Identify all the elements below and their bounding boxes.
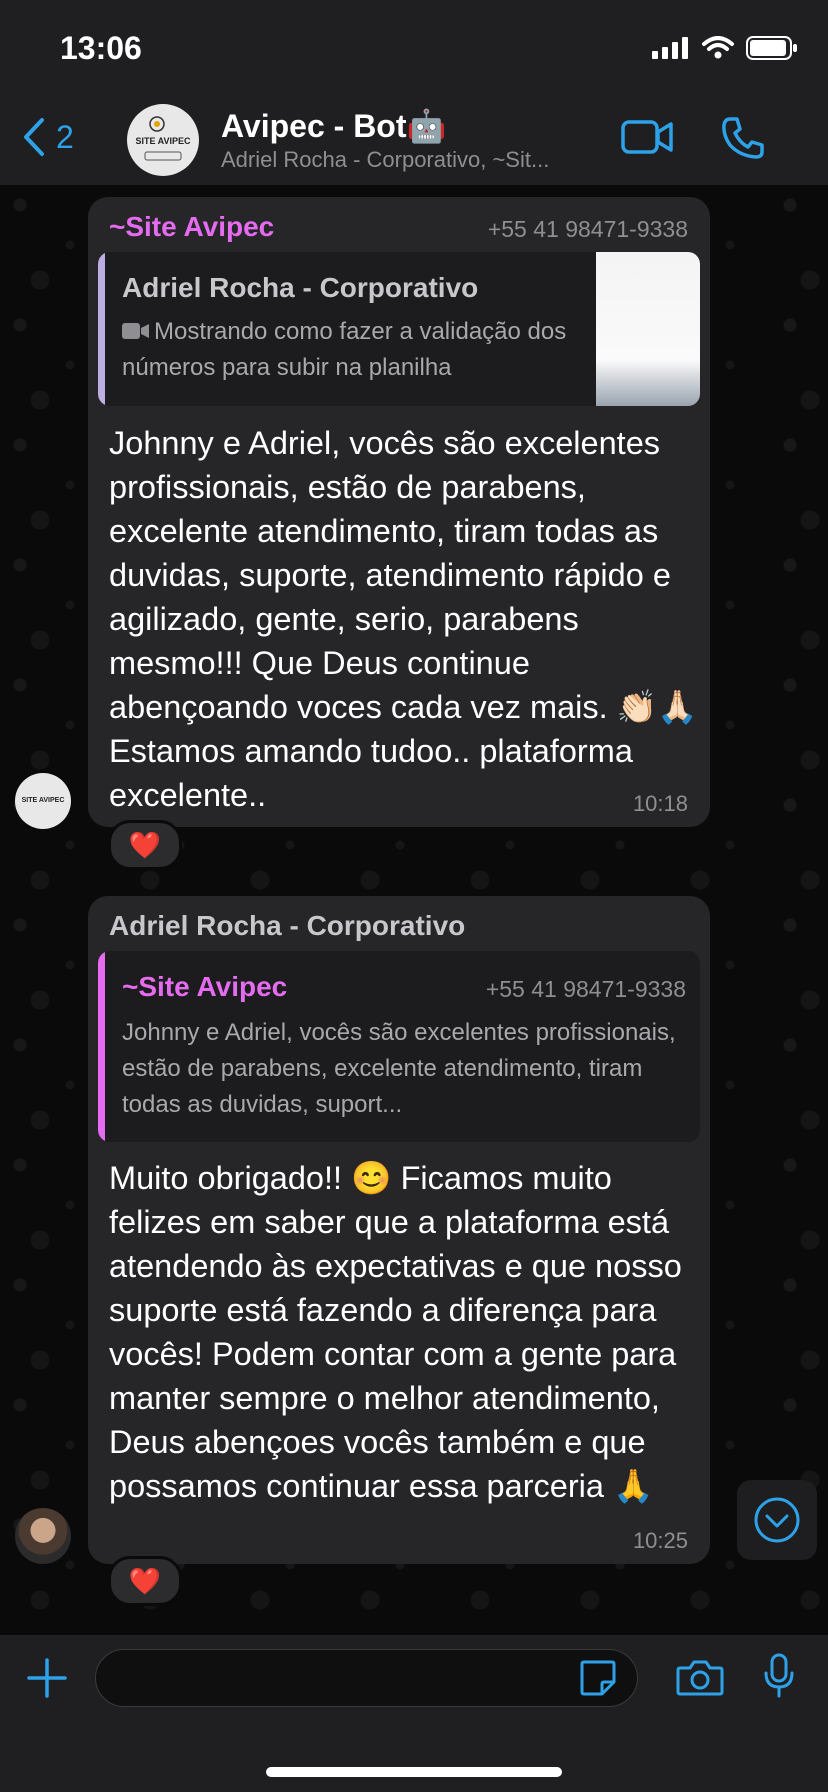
status-bar: 13:06 <box>0 0 828 95</box>
home-indicator <box>266 1767 562 1777</box>
phone-call-icon[interactable] <box>720 115 766 161</box>
quote-thumbnail[interactable] <box>596 252 700 406</box>
composer-bar <box>0 1635 828 1792</box>
sender-avatar[interactable]: SITE AVIPEC <box>15 773 71 829</box>
camera-icon[interactable] <box>676 1658 724 1698</box>
avatar-label: SITE AVIPEC <box>135 136 191 146</box>
reaction-badge[interactable]: ❤️ <box>108 1556 182 1606</box>
sticker-icon[interactable] <box>578 1658 618 1698</box>
group-avatar[interactable]: SITE AVIPEC <box>127 104 199 176</box>
sender-avatar-label: SITE AVIPEC <box>21 797 65 804</box>
signal-icon <box>652 37 688 59</box>
message-text: Muito obrigado!! 😊 Ficamos muito felizes… <box>109 1160 682 1504</box>
microphone-icon[interactable] <box>762 1653 796 1699</box>
sender-name[interactable]: ~Site Avipec <box>109 211 274 243</box>
quote-phone: +55 41 98471-9338 <box>485 976 686 1002</box>
scroll-to-bottom-button[interactable] <box>737 1480 817 1560</box>
wifi-icon <box>702 36 734 59</box>
quote-sender: Adriel Rocha - Corporativo <box>122 272 479 303</box>
sender-name[interactable]: Adriel Rocha - Corporativo <box>109 910 465 942</box>
plus-icon[interactable] <box>26 1657 68 1699</box>
message-bubble[interactable]: Adriel Rocha - Corporativo ~Site Avipec … <box>88 896 710 1564</box>
chevron-left-icon <box>24 118 44 156</box>
video-call-icon[interactable] <box>620 117 674 157</box>
sender-phone: +55 41 98471-9338 <box>487 216 688 242</box>
quoted-message[interactable]: ~Site Avipec +55 41 98471-9338 Johnny e … <box>98 951 700 1142</box>
battery-icon <box>746 36 797 60</box>
quote-text: Johnny e Adriel, vocês são excelentes pr… <box>122 1019 676 1118</box>
chevron-down-circle-icon <box>754 1497 800 1543</box>
quote-accent-bar <box>98 252 105 406</box>
quote-accent-bar <box>98 951 105 1142</box>
reaction-badge[interactable]: ❤️ <box>108 820 182 870</box>
message-input[interactable] <box>95 1649 638 1707</box>
status-icons <box>652 36 798 60</box>
message-bubble[interactable]: ~Site Avipec +55 41 98471-9338 Adriel Ro… <box>88 197 710 827</box>
message-time: 10:25 <box>632 1528 688 1553</box>
message-time: 10:18 <box>632 791 688 816</box>
quote-text: Mostrando como fazer a validação dos núm… <box>122 318 567 381</box>
video-icon <box>122 323 149 339</box>
quote-sender: ~Site Avipec <box>122 971 288 1002</box>
unread-count: 2 <box>56 118 74 155</box>
quoted-message[interactable]: Adriel Rocha - Corporativo Mostrando com… <box>98 252 700 406</box>
back-button[interactable]: 2 <box>22 117 74 157</box>
message-text: Johnny e Adriel, vocês são excelentes pr… <box>109 425 698 813</box>
chat-header: 2 SITE AVIPEC Avipec - Bot🤖 Adriel Rocha… <box>0 95 828 185</box>
status-time: 13:06 <box>60 30 142 66</box>
sender-avatar[interactable] <box>15 1508 71 1564</box>
quote-text-block: Mostrando como fazer a validação dos núm… <box>122 314 582 386</box>
chat-subtitle: Adriel Rocha - Corporativo, ~Sit... <box>221 147 550 172</box>
chat-title[interactable]: Avipec - Bot🤖 <box>221 107 446 145</box>
